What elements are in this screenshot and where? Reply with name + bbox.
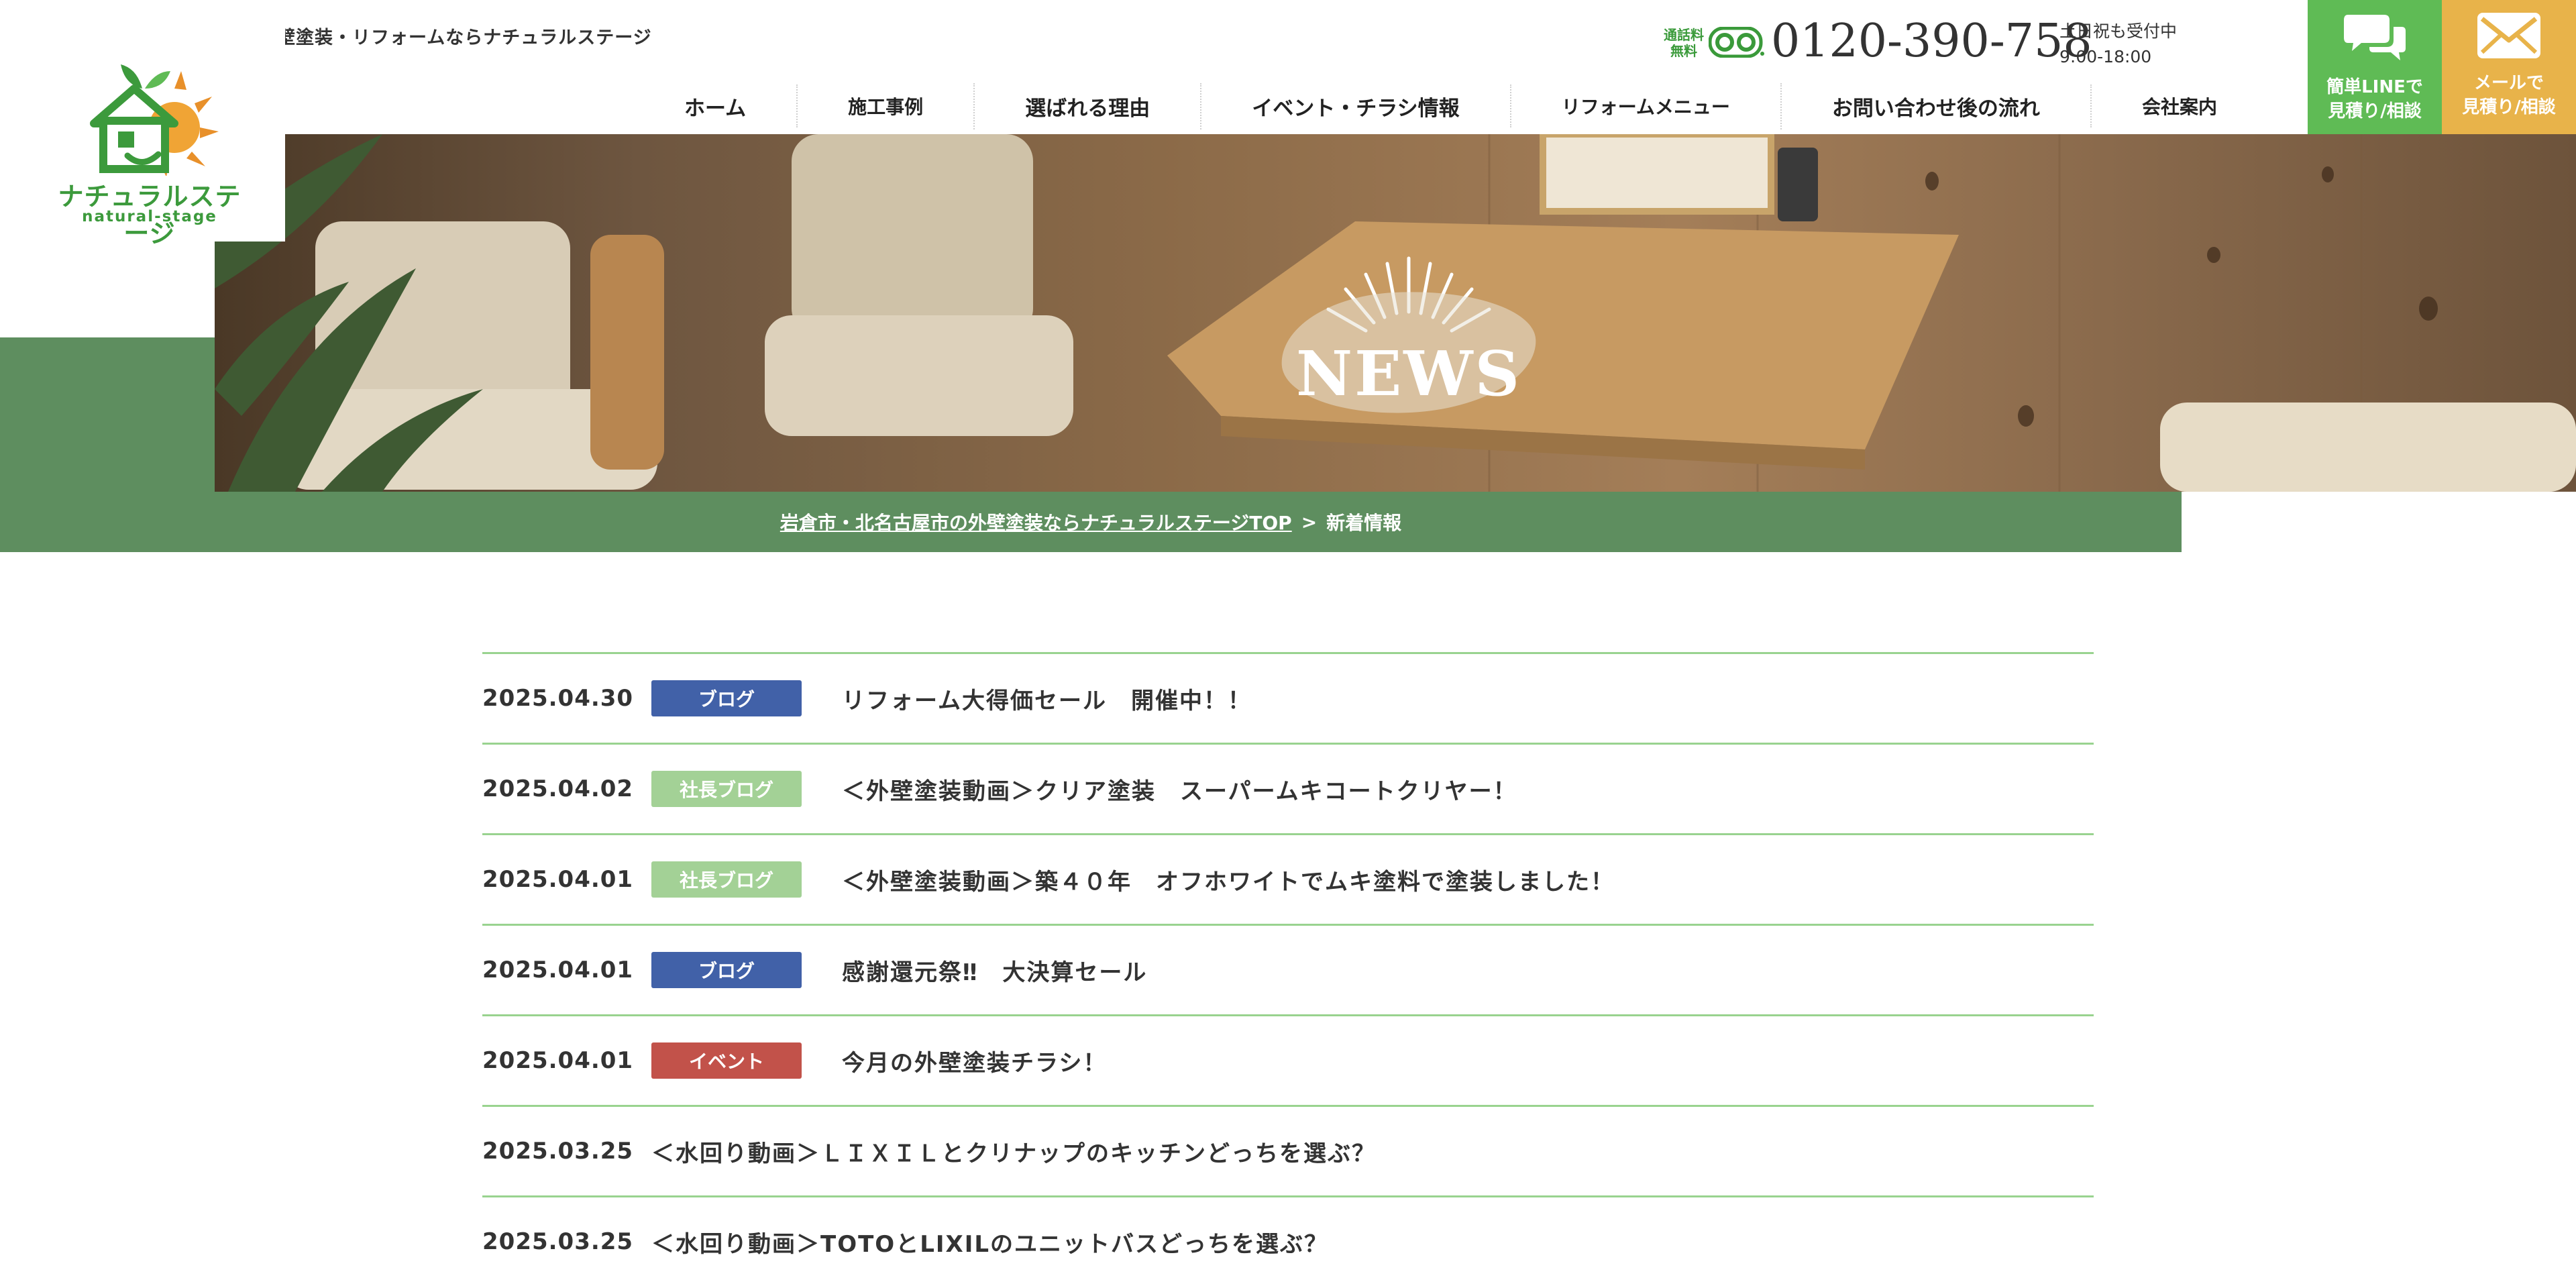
news-category-badge[interactable]: 社長ブログ — [651, 861, 802, 898]
news-title-link[interactable]: ＜水回り動画＞TOTOとLIXILのユニットバスどっちを選ぶ？ — [651, 1226, 1328, 1258]
news-date: 2025.04.01 — [482, 957, 634, 983]
news-title-link[interactable]: 感謝還元祭‼ 大決算セール — [842, 954, 1147, 987]
nav-works[interactable]: 施工事例 — [796, 85, 973, 127]
nav-company[interactable]: 会社案内 — [2090, 85, 2267, 127]
news-item[interactable]: 2025.04.01 社長ブログ ＜外壁塗装動画＞築４０年 オフホワイトでムキ塗料で… — [482, 833, 2094, 924]
news-item[interactable]: 2025.04.02 社長ブログ ＜外壁塗装動画＞クリア塗装 スーパームキコートクリ… — [482, 743, 2094, 833]
news-item[interactable]: 2025.03.25 ＜水回り動画＞ＬＩＸＩＬとクリナップのキッチンどっちを選ぶ？ — [482, 1105, 2094, 1195]
nav-home[interactable]: ホーム — [634, 83, 796, 129]
global-nav: ホーム 施工事例 選ばれる理由 イベント・チラシ情報 リフォームメニュー お問い… — [634, 79, 2267, 133]
breadcrumb-home-link[interactable]: 岩倉市・北名古屋市の外壁塗装ならナチュラルステージTOP — [780, 508, 1292, 535]
business-hours: 土日祝も受付中 9:00-18:00 — [2059, 21, 2178, 66]
breadcrumb-current: 新着情報 — [1326, 512, 1402, 534]
news-date: 2025.03.25 — [482, 1138, 634, 1165]
news-item[interactable]: 2025.04.01 イベント 今月の外壁塗装チラシ！ — [482, 1014, 2094, 1105]
news-title-link[interactable]: ＜外壁塗装動画＞クリア塗装 スーパームキコートクリヤー！ — [842, 773, 1517, 806]
line-button-label-1: 簡単LINEで — [2326, 77, 2423, 97]
news-item[interactable]: 2025.03.25 ＜水回り動画＞TOTOとLIXILのユニットバスどっちを選ぶ… — [482, 1195, 2094, 1286]
nav-events[interactable]: イベント・チラシ情報 — [1200, 83, 1509, 129]
news-category-badge[interactable]: ブログ — [651, 680, 802, 716]
envelope-icon — [2477, 13, 2540, 58]
house-sun-logo-icon — [90, 64, 219, 176]
phone-number[interactable]: 0120-390-758 — [1771, 15, 2092, 68]
news-title-link[interactable]: ＜水回り動画＞ＬＩＸＩＬとクリナップのキッチンどっちを選ぶ？ — [651, 1135, 1376, 1168]
mail-button-label-2: 見積り/相談 — [2462, 97, 2556, 117]
hero-title-text: NEWS — [1296, 337, 1521, 410]
nav-reasons[interactable]: 選ばれる理由 — [973, 83, 1200, 129]
chat-bubbles-icon — [2344, 15, 2406, 60]
news-date: 2025.04.01 — [482, 1047, 634, 1074]
hero-banner: NEWS — [215, 134, 2576, 492]
news-item[interactable]: 2025.04.01 ブログ 感謝還元祭‼ 大決算セール — [482, 924, 2094, 1014]
news-title-link[interactable]: リフォーム大得価セール 開催中！！ — [842, 682, 1252, 715]
hero-title: NEWS — [1254, 256, 1724, 419]
nav-flow[interactable]: お問い合わせ後の流れ — [1780, 83, 2090, 129]
news-date: 2025.04.30 — [482, 685, 634, 712]
logo-sub: natural-stage — [82, 208, 217, 225]
news-date: 2025.03.25 — [482, 1228, 634, 1255]
line-estimate-button[interactable]: 簡単LINEで 見積り/相談 — [2308, 0, 2442, 134]
breadcrumb: 岩倉市・北名古屋市の外壁塗装ならナチュラルステージTOP > 新着情報 — [0, 492, 2182, 552]
toll-free-label: 通話料 無料 — [1664, 27, 1704, 59]
news-category-badge[interactable]: 社長ブログ — [651, 771, 802, 807]
decor-green-band — [0, 337, 215, 492]
mail-estimate-button[interactable]: メールで 見積り/相談 — [2442, 0, 2576, 134]
news-list: 2025.04.30 ブログ リフォーム大得価セール 開催中！！ 2025.04.02… — [482, 652, 2094, 1286]
nav-reform-menu[interactable]: リフォームメニュー — [1509, 85, 1780, 127]
freedial-icon — [1709, 27, 1764, 58]
site-logo[interactable]: ナチュラルステージ natural-stage — [0, 0, 285, 248]
news-date: 2025.04.01 — [482, 866, 634, 893]
mail-button-label-1: メールで — [2473, 73, 2544, 93]
news-category-badge[interactable]: ブログ — [651, 952, 802, 988]
news-date: 2025.04.02 — [482, 775, 634, 802]
news-category-badge[interactable]: イベント — [651, 1042, 802, 1079]
line-button-label-2: 見積り/相談 — [2328, 101, 2422, 121]
news-title-link[interactable]: 今月の外壁塗装チラシ！ — [842, 1044, 1107, 1077]
news-title-link[interactable]: ＜外壁塗装動画＞築４０年 オフホワイトでムキ塗料で塗装しました！ — [842, 863, 1615, 896]
breadcrumb-separator: > — [1301, 511, 1318, 533]
news-item[interactable]: 2025.04.30 ブログ リフォーム大得価セール 開催中！！ — [482, 652, 2094, 743]
